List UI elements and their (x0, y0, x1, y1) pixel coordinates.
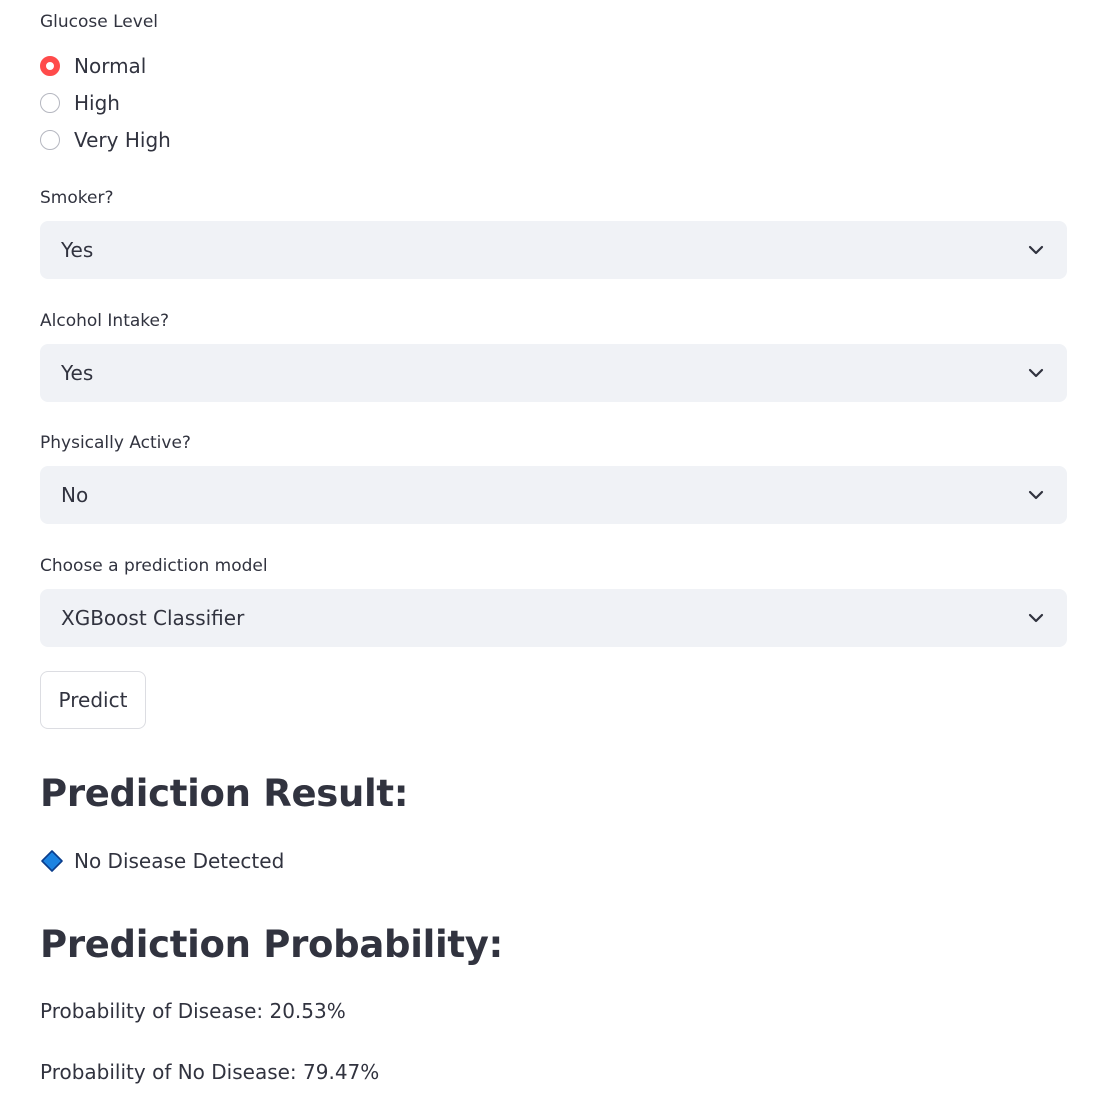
radio-option-normal[interactable]: Normal (40, 52, 146, 80)
physically-active-label: Physically Active? (40, 433, 191, 453)
physically-active-select-value: No (61, 483, 89, 507)
chevron-down-icon[interactable] (1027, 364, 1045, 382)
prediction-result-text: No Disease Detected (74, 849, 285, 873)
chevron-down-icon[interactable] (1027, 609, 1045, 627)
chevron-down-icon[interactable] (1027, 241, 1045, 259)
probability-disease-text: Probability of Disease: 20.53% (40, 999, 346, 1023)
smoker-label: Smoker? (40, 188, 114, 208)
radio-option-high[interactable]: High (40, 89, 120, 117)
chevron-down-icon[interactable] (1027, 486, 1045, 504)
probability-no-disease-text: Probability of No Disease: 79.47% (40, 1060, 380, 1084)
prediction-model-label: Choose a prediction model (40, 556, 268, 576)
smoker-select[interactable]: Yes (40, 221, 1067, 279)
prediction-probability-heading: Prediction Probability: (40, 923, 504, 966)
smoker-select-value: Yes (61, 238, 94, 262)
radio-checked-icon[interactable] (40, 56, 60, 76)
radio-unchecked-icon[interactable] (40, 93, 60, 113)
radio-label-very-high: Very High (74, 128, 171, 152)
predict-button[interactable]: Predict (40, 671, 146, 729)
physically-active-select[interactable]: No (40, 466, 1067, 524)
radio-option-very-high[interactable]: Very High (40, 126, 171, 154)
radio-label-high: High (74, 91, 120, 115)
alcohol-intake-select[interactable]: Yes (40, 344, 1067, 402)
prediction-model-select-value: XGBoost Classifier (61, 606, 245, 630)
glucose-level-label: Glucose Level (40, 12, 159, 32)
radio-unchecked-icon[interactable] (40, 130, 60, 150)
prediction-model-select[interactable]: XGBoost Classifier (40, 589, 1067, 647)
alcohol-intake-select-value: Yes (61, 361, 94, 385)
alcohol-intake-label: Alcohol Intake? (40, 311, 169, 331)
prediction-result-heading: Prediction Result: (40, 772, 409, 815)
radio-label-normal: Normal (74, 54, 147, 78)
prediction-result-line: No Disease Detected (40, 848, 284, 874)
blue-diamond-icon (41, 850, 63, 872)
